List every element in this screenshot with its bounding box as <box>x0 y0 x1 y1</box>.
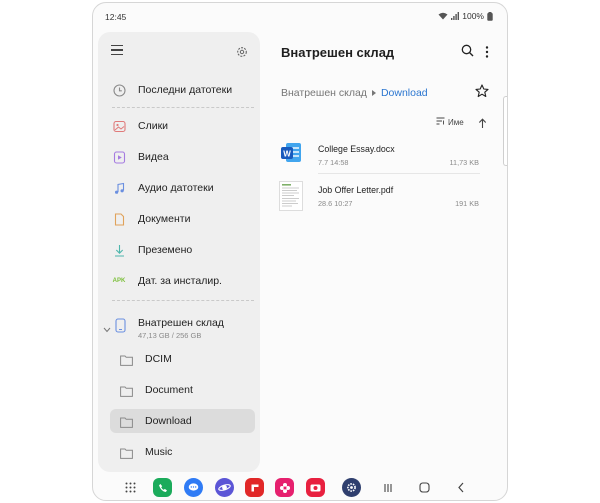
image-icon <box>112 119 126 133</box>
apps-grid-icon[interactable] <box>121 478 140 497</box>
sidebar-header <box>98 32 260 72</box>
folder-icon <box>120 415 133 433</box>
file-date: 7.7 14:58 <box>318 158 349 167</box>
breadcrumb-item-storage[interactable]: Внатрешен склад <box>281 87 367 99</box>
signal-icon <box>451 12 460 20</box>
breadcrumb-separator-icon <box>371 90 376 96</box>
sidebar-item-label: Документи <box>138 213 191 225</box>
pdf-thumbnail <box>279 181 304 211</box>
taskbar <box>93 474 507 500</box>
flipboard-app-icon[interactable] <box>245 478 264 497</box>
sort-button[interactable]: Име <box>436 117 464 127</box>
document-icon <box>112 212 126 226</box>
sidebar-item-internal-storage[interactable]: Внатрешен склад 47,13 GB / 256 GB <box>98 312 260 348</box>
download-icon <box>112 243 126 257</box>
sidebar-item-downloads[interactable]: Преземено <box>98 236 260 264</box>
hamburger-icon[interactable] <box>111 45 123 55</box>
messages-app-icon[interactable] <box>184 478 203 497</box>
more-options-icon[interactable] <box>485 45 489 63</box>
sidebar-item-label: Аудио датотеки <box>138 182 214 194</box>
folder-music[interactable]: Music <box>110 440 255 464</box>
sidebar-item-apk[interactable]: APK Дат. за инсталир. <box>98 267 260 295</box>
folder-icon <box>120 384 133 402</box>
file-name: College Essay.docx <box>318 144 395 154</box>
phone-app-icon[interactable] <box>153 478 172 497</box>
sidebar-item-label: Слики <box>138 120 169 132</box>
folder-dcim[interactable]: DCIM <box>110 347 255 371</box>
battery-icon <box>487 11 493 21</box>
star-icon[interactable] <box>475 84 489 103</box>
breadcrumb: Внатрешен склад Download <box>281 87 428 99</box>
sidebar-item-label: Последни датотеки <box>138 84 233 96</box>
main-panel: Внатрешен склад Внатрешен склад Download… <box>268 29 507 479</box>
sort-label: Име <box>448 117 464 127</box>
sidebar-divider <box>112 107 254 108</box>
page-title: Внатрешен склад <box>281 45 395 60</box>
sidebar-item-documents[interactable]: Документи <box>98 205 260 233</box>
sidebar-item-images[interactable]: Слики <box>98 112 260 140</box>
sort-icon <box>436 117 445 127</box>
list-divider <box>318 173 480 174</box>
folder-document[interactable]: Document <box>110 378 255 402</box>
video-icon <box>112 150 126 164</box>
file-list-item[interactable]: W College Essay.docx 7.7 14:58 11,73 KB <box>279 140 491 174</box>
folder-download[interactable]: Download <box>110 409 255 433</box>
chevron-down-icon[interactable] <box>103 320 111 338</box>
wifi-icon <box>438 12 448 20</box>
sidebar: Последни датотеки Слики Видеа Аудио дато… <box>98 32 260 472</box>
sidebar-item-videos[interactable]: Видеа <box>98 143 260 171</box>
folder-icon <box>120 446 133 464</box>
music-icon <box>112 181 126 195</box>
home-icon[interactable] <box>415 478 434 497</box>
file-name: Job Offer Letter.pdf <box>318 185 394 195</box>
device-frame: 12:45 100% Последни датотеки Слики Видеа… <box>92 2 508 501</box>
battery-level: 100% <box>462 11 484 21</box>
recents-icon[interactable] <box>378 478 397 497</box>
word-doc-icon: W <box>279 140 304 168</box>
folder-icon <box>120 353 133 371</box>
status-time: 12:45 <box>105 12 127 22</box>
sidebar-item-label: Дат. за инсталир. <box>138 275 222 287</box>
camera-app-icon[interactable] <box>306 478 325 497</box>
status-bar: 12:45 100% <box>93 3 507 29</box>
breadcrumb-item-download[interactable]: Download <box>381 87 428 99</box>
sidebar-item-audio[interactable]: Аудио датотеки <box>98 174 260 202</box>
file-list-item[interactable]: Job Offer Letter.pdf 28.6 10:27 191 KB <box>279 181 491 215</box>
flower-app-icon[interactable] <box>275 478 294 497</box>
sidebar-item-recent[interactable]: Последни датотеки <box>98 76 260 104</box>
file-size: 191 KB <box>455 199 479 208</box>
folder-label: Music <box>145 446 173 458</box>
file-size: 11,73 KB <box>449 158 479 167</box>
folder-label: Document <box>145 384 193 396</box>
gear-icon[interactable] <box>236 45 248 63</box>
sidebar-item-label: Видеа <box>138 151 169 163</box>
phone-storage-icon <box>115 318 126 338</box>
internet-app-icon[interactable] <box>215 478 234 497</box>
search-icon[interactable] <box>461 44 474 62</box>
file-date: 28.6 10:27 <box>318 199 353 208</box>
folder-label: DCIM <box>145 353 172 365</box>
storage-capacity: 47,13 GB / 256 GB <box>138 331 202 340</box>
apk-icon: APK <box>112 278 126 284</box>
sort-direction-arrow-up-icon[interactable] <box>478 116 487 134</box>
back-icon[interactable] <box>451 478 470 497</box>
sidebar-item-label: Преземено <box>138 244 193 256</box>
clock-icon <box>112 83 126 97</box>
scroll-handle[interactable] <box>503 96 507 166</box>
status-icons: 100% <box>438 11 493 21</box>
folder-label: Download <box>145 415 192 427</box>
settings-app-icon[interactable] <box>342 478 361 497</box>
svg-text:W: W <box>283 149 291 158</box>
sidebar-divider <box>112 300 254 301</box>
storage-name: Внатрешен склад <box>138 317 224 329</box>
